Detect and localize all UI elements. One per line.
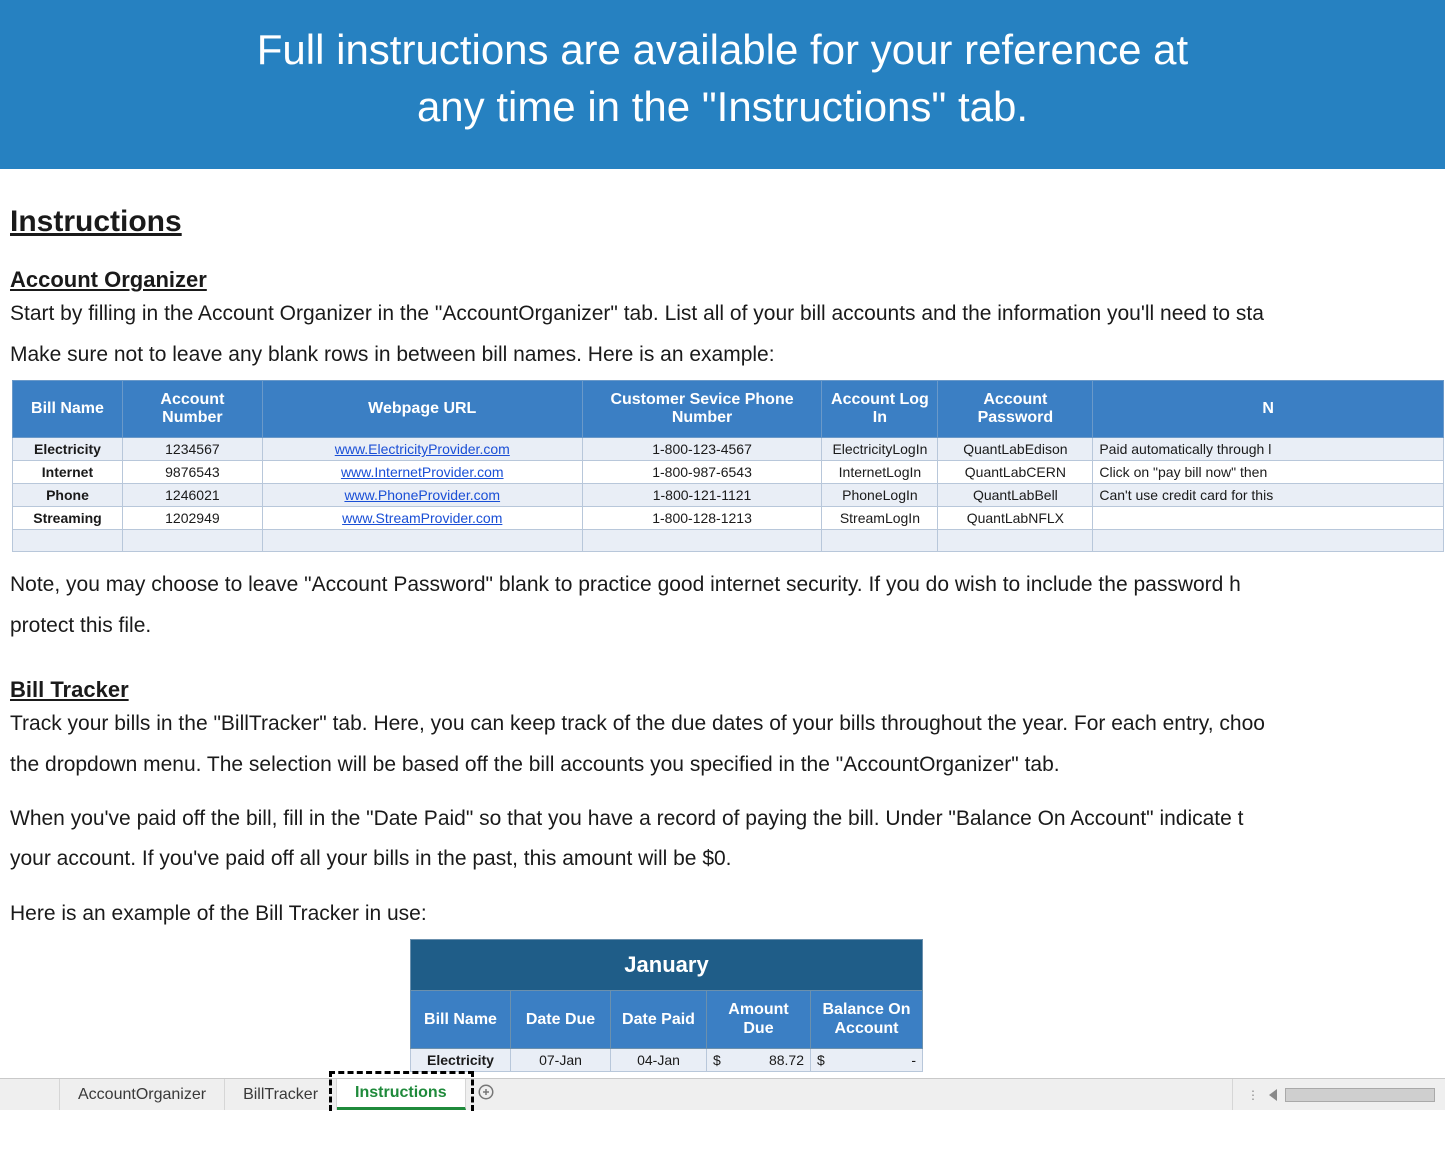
col-customer-service-phone: Customer Sevice Phone Number (582, 381, 822, 438)
bt-month-header: January (411, 940, 923, 991)
cell-balance: $- (811, 1049, 923, 1072)
ao-intro-line-2: Make sure not to leave any blank rows in… (10, 340, 1435, 370)
cell-phone: 1-800-128-1213 (582, 507, 822, 530)
sheet-tab-billtracker[interactable]: BillTracker (225, 1079, 337, 1110)
provider-link[interactable]: www.PhoneProvider.com (344, 487, 500, 503)
info-banner: Full instructions are available for your… (0, 0, 1445, 169)
table-row-empty (13, 530, 1444, 552)
cell-account-number: 1246021 (122, 484, 262, 507)
cell-phone: 1-800-987-6543 (582, 461, 822, 484)
heading-account-organizer: Account Organizer (10, 267, 1435, 293)
col-notes: N (1093, 381, 1444, 438)
table-row: Electricity1234567 www.ElectricityProvide… (13, 438, 1444, 461)
sheet-tab-instructions[interactable]: Instructions (337, 1079, 466, 1110)
ao-note-line-2: protect this file. (10, 611, 1435, 641)
bt-intro-line-1: Track your bills in the "BillTracker" ta… (10, 709, 1435, 739)
cell-password: QuantLabBell (938, 484, 1093, 507)
provider-link[interactable]: www.ElectricityProvider.com (335, 441, 510, 457)
col-account-password: Account Password (938, 381, 1093, 438)
heading-instructions: Instructions (10, 205, 1435, 239)
document-body: Instructions Account Organizer Start by … (0, 169, 1445, 1072)
cell-bill-name: Electricity (411, 1049, 511, 1072)
cell-date-paid: 04-Jan (611, 1049, 707, 1072)
heading-bill-tracker: Bill Tracker (10, 677, 1435, 703)
col-date-due: Date Due (511, 991, 611, 1049)
cell-webpage-url: www.InternetProvider.com (262, 461, 582, 484)
table-row: Electricity07-Jan04-Jan$88.72$- (411, 1049, 923, 1072)
cell-webpage-url: www.PhoneProvider.com (262, 484, 582, 507)
bill-tracker-table: January Bill Name Date Due Date Paid Amo… (410, 939, 923, 1072)
table-row: Internet9876543 www.InternetProvider.com 1… (13, 461, 1444, 484)
table-row: Streaming1202949 www.StreamProvider.com 1-… (13, 507, 1444, 530)
cell-login: ElectricityLogIn (822, 438, 938, 461)
sheet-tab-bar: AccountOrganizerBillTrackerInstructions … (0, 1078, 1445, 1110)
col-date-paid: Date Paid (611, 991, 707, 1049)
new-sheet-button[interactable] (466, 1079, 506, 1110)
bt-paid-line-1: When you've paid off the bill, fill in t… (10, 804, 1435, 834)
cell-bill-name: Electricity (13, 438, 123, 461)
provider-link[interactable]: www.StreamProvider.com (342, 510, 502, 526)
col-bill-name: Bill Name (411, 991, 511, 1049)
banner-line-2: any time in the "Instructions" tab. (60, 79, 1385, 136)
cell-webpage-url: www.StreamProvider.com (262, 507, 582, 530)
col-bill-name: Bill Name (13, 381, 123, 438)
account-organizer-table: Bill Name Account Number Webpage URL Cus… (12, 380, 1444, 552)
col-account-number: Account Number (122, 381, 262, 438)
tab-lead-spacer (0, 1079, 60, 1110)
cell-bill-name: Phone (13, 484, 123, 507)
cell-account-number: 1234567 (122, 438, 262, 461)
col-webpage-url: Webpage URL (262, 381, 582, 438)
cell-notes: Can't use credit card for this (1093, 484, 1444, 507)
plus-circle-icon (477, 1083, 495, 1106)
table-header-row: Bill Name Account Number Webpage URL Cus… (13, 381, 1444, 438)
cell-login: InternetLogIn (822, 461, 938, 484)
ao-intro-line-1: Start by filling in the Account Organize… (10, 299, 1435, 329)
cell-login: StreamLogIn (822, 507, 938, 530)
cell-account-number: 9876543 (122, 461, 262, 484)
banner-line-1: Full instructions are available for your… (60, 22, 1385, 79)
cell-amount-due: $88.72 (707, 1049, 811, 1072)
cell-account-number: 1202949 (122, 507, 262, 530)
bt-intro-line-2: the dropdown menu. The selection will be… (10, 750, 1435, 780)
bt-paid-line-2: your account. If you've paid off all you… (10, 844, 1435, 874)
cell-bill-name: Internet (13, 461, 123, 484)
cell-password: QuantLabEdison (938, 438, 1093, 461)
sheet-tab-accountorganizer[interactable]: AccountOrganizer (60, 1079, 225, 1110)
col-account-login: Account Log In (822, 381, 938, 438)
drag-handle-icon[interactable]: ⋮ (1247, 1088, 1261, 1102)
cell-phone: 1-800-121-1121 (582, 484, 822, 507)
ao-note-line-1: Note, you may choose to leave "Account P… (10, 570, 1435, 600)
table-header-row: Bill Name Date Due Date Paid Amount Due … (411, 991, 923, 1049)
cell-date-due: 07-Jan (511, 1049, 611, 1072)
col-amount-due: Amount Due (707, 991, 811, 1049)
cell-notes: Click on "pay bill now" then (1093, 461, 1444, 484)
cell-bill-name: Streaming (13, 507, 123, 530)
cell-login: PhoneLogIn (822, 484, 938, 507)
horizontal-scrollbar-thumb[interactable] (1285, 1088, 1435, 1102)
provider-link[interactable]: www.InternetProvider.com (341, 464, 504, 480)
cell-password: QuantLabCERN (938, 461, 1093, 484)
cell-notes: Paid automatically through l (1093, 438, 1444, 461)
horizontal-scroll-controls: ⋮ (1232, 1079, 1445, 1110)
col-balance-on-account: Balance On Account (811, 991, 923, 1049)
cell-password: QuantLabNFLX (938, 507, 1093, 530)
bt-example-label: Here is an example of the Bill Tracker i… (10, 899, 1435, 929)
cell-notes (1093, 507, 1444, 530)
cell-webpage-url: www.ElectricityProvider.com (262, 438, 582, 461)
table-row: Phone1246021 www.PhoneProvider.com 1-800-1… (13, 484, 1444, 507)
cell-phone: 1-800-123-4567 (582, 438, 822, 461)
scroll-left-icon[interactable] (1269, 1089, 1277, 1101)
